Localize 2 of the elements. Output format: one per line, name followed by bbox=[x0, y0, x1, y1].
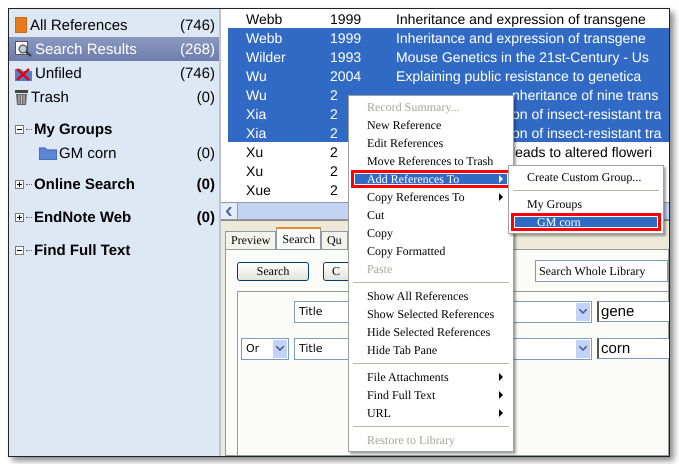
group-count: (0) bbox=[196, 176, 215, 192]
group-count: (0) bbox=[196, 208, 215, 226]
